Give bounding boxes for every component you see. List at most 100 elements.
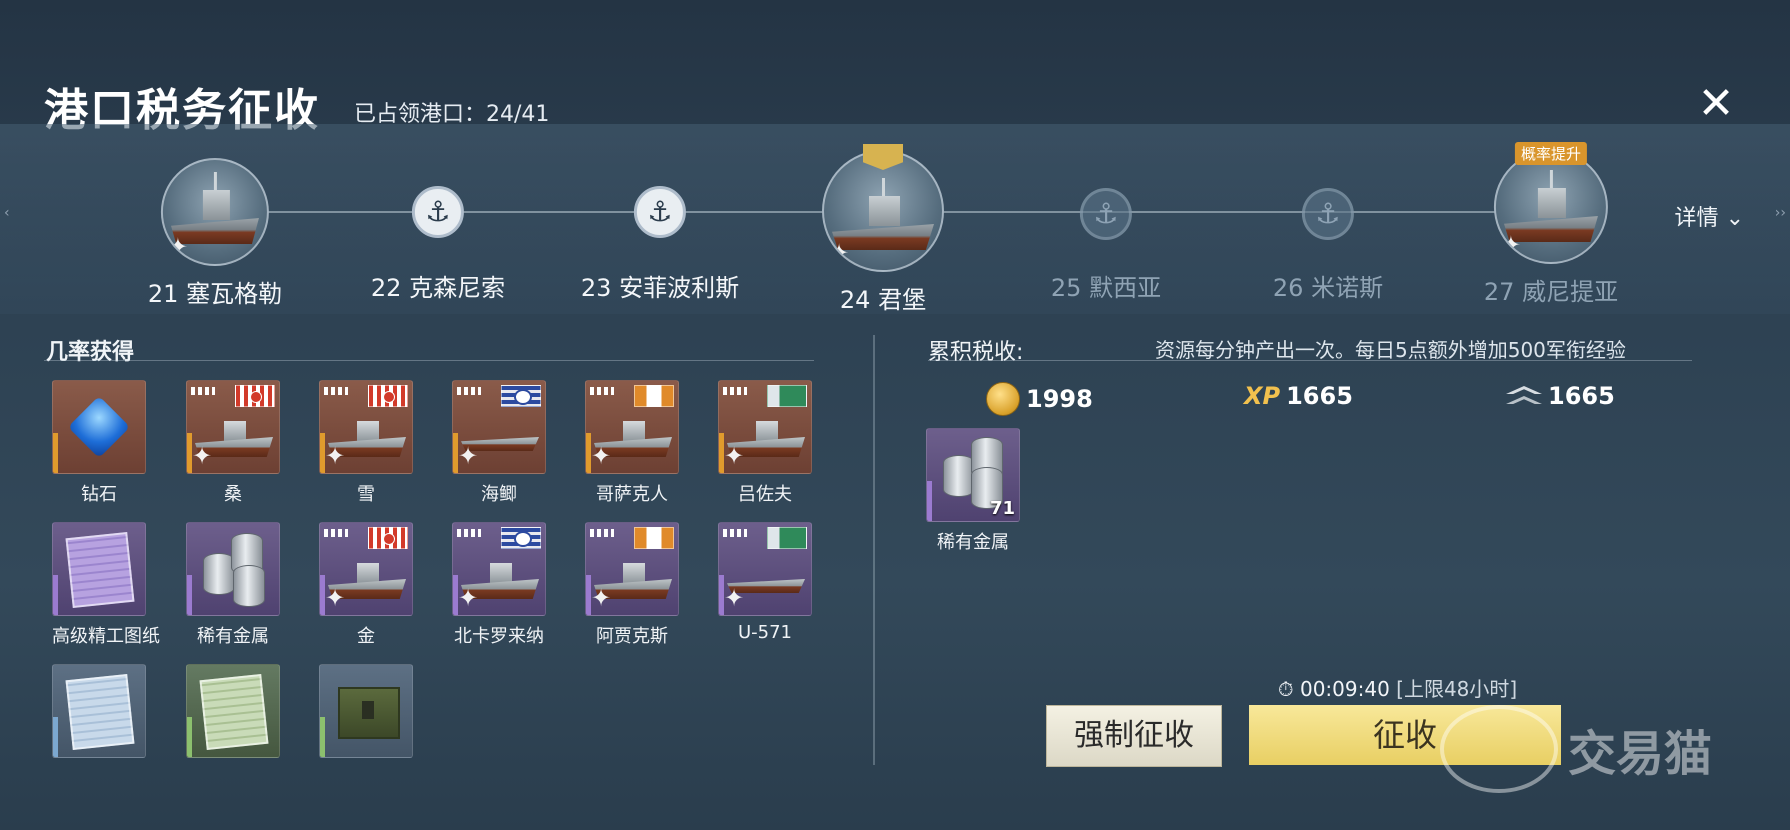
port-node-27[interactable]: 概率提升 ✦ 27 威尼提亚	[1483, 142, 1619, 307]
flag-icon	[634, 385, 674, 407]
flag-icon	[767, 385, 807, 407]
supply-crate-icon	[338, 687, 400, 739]
item-tile: ✦	[319, 380, 413, 474]
port-node-22[interactable]: ⚓ 22 克森尼索	[371, 186, 505, 303]
xp-value: 1665	[1286, 382, 1353, 410]
probability-up-tag: 概率提升	[1514, 142, 1587, 165]
item-label: 高级精工图纸	[52, 626, 160, 647]
section-divider	[928, 360, 1692, 361]
flag-icon	[501, 385, 541, 407]
timer-limit: [上限48小时]	[1396, 677, 1518, 701]
port-label: 23 安菲波利斯	[580, 274, 740, 302]
close-icon[interactable]: ✕	[1694, 82, 1738, 126]
drop-item[interactable]: ✦ 海鲫	[452, 380, 546, 506]
flag-icon	[368, 385, 408, 407]
blueprint-icon	[199, 673, 269, 751]
star-badge-icon: ✦	[590, 584, 612, 612]
item-label: 稀有金属	[197, 626, 269, 647]
port-node-25[interactable]: ⚓ 25 默西亚	[1051, 188, 1161, 303]
section-divider	[44, 360, 814, 361]
drop-item[interactable]: 稀有金属	[186, 522, 280, 648]
item-tile: ✦	[718, 380, 812, 474]
item-label: U-571	[737, 622, 793, 643]
drop-item[interactable]: ✦ 金	[319, 522, 413, 648]
star-badge-icon: ✦	[828, 239, 850, 267]
item-label: 哥萨克人	[596, 484, 668, 505]
drop-item[interactable]: ✦ 吕佐夫	[718, 380, 812, 506]
item-tile: ✦	[585, 380, 679, 474]
anchor-icon: ⚓	[411, 186, 464, 238]
star-badge-icon: ✦	[590, 442, 612, 470]
rank-exp-value: 1665	[1548, 382, 1615, 410]
port-node-26[interactable]: ⚓ 26 米诺斯	[1273, 188, 1383, 303]
item-tile: ✦	[718, 522, 812, 616]
ship-portrait: ✦	[1493, 150, 1608, 264]
rank-icon	[1506, 384, 1542, 408]
flag-icon	[368, 527, 408, 549]
force-collect-button[interactable]: 强制征收	[1046, 705, 1222, 767]
diamond-icon	[67, 395, 131, 459]
item-label: 金	[357, 626, 375, 647]
port-label: 26 米诺斯	[1272, 274, 1384, 302]
star-badge-icon: ✦	[457, 584, 479, 612]
item-label: 吕佐夫	[738, 484, 792, 505]
port-node-23[interactable]: ⚓ 23 安菲波利斯	[581, 186, 739, 303]
star-badge-icon: ✦	[723, 442, 745, 470]
item-label: 钻石	[81, 484, 117, 505]
coin-icon	[986, 382, 1020, 416]
flag-icon	[501, 527, 541, 549]
drop-item[interactable]: ✦ 北卡罗来纳	[452, 522, 546, 648]
drop-item[interactable]: ✦ 雪	[319, 380, 413, 506]
item-tile	[52, 522, 146, 616]
drop-item[interactable]	[319, 664, 413, 764]
star-badge-icon: ✦	[324, 442, 346, 470]
drop-item[interactable]: 钻石	[52, 380, 146, 506]
star-badge-icon: ✦	[1500, 231, 1522, 259]
timer-icon: ⏱	[1278, 677, 1294, 701]
port-node-24[interactable]: ✦ 24 君堡	[822, 144, 944, 315]
chevron-down-icon: ⌄	[1725, 206, 1744, 231]
accumulated-title: 累积税收:	[928, 340, 1024, 365]
item-tile: ✦	[319, 522, 413, 616]
item-tile: 71	[926, 428, 1020, 522]
item-tile	[186, 522, 280, 616]
drop-item[interactable]	[52, 664, 146, 764]
star-badge-icon: ✦	[167, 233, 189, 261]
details-button[interactable]: 详情 ⌄	[1675, 200, 1744, 232]
resource-rank-exp: 1665	[1506, 382, 1615, 410]
port-label: 25 默西亚	[1050, 274, 1162, 302]
star-badge-icon: ✦	[723, 584, 745, 612]
resource-coins: 1998	[986, 382, 1093, 416]
item-tile	[186, 664, 280, 758]
drop-item[interactable]: ✦ U-571	[718, 522, 812, 643]
resource-xp: XP 1665	[1244, 382, 1353, 410]
drop-item[interactable]: ✦ 桑	[186, 380, 280, 506]
port-label: 21 塞瓦格勒	[147, 280, 283, 308]
drop-item[interactable]: 高级精工图纸	[52, 522, 160, 648]
scroll-right-icon[interactable]: ››	[1775, 205, 1786, 221]
ship-portrait: ✦	[160, 158, 269, 266]
flag-icon	[235, 385, 275, 407]
scroll-left-icon[interactable]: ‹	[4, 205, 10, 221]
drop-item[interactable]: ✦ 哥萨克人	[585, 380, 679, 506]
item-tile: ✦	[585, 522, 679, 616]
port-label: 27 威尼提亚	[1483, 278, 1619, 306]
timer-value: 00:09:40	[1299, 677, 1390, 701]
drops-title: 几率获得	[46, 340, 135, 365]
reward-item[interactable]: 71 稀有金属	[926, 428, 1020, 554]
coin-value: 1998	[1026, 385, 1093, 413]
port-label: 24 君堡	[839, 286, 927, 314]
star-badge-icon: ✦	[191, 442, 213, 470]
collect-timer: ⏱ 00:09:40 [上限48小时]	[1278, 673, 1517, 702]
drop-item[interactable]: ✦ 阿贾克斯	[585, 522, 679, 648]
port-node-21[interactable]: ✦ 21 塞瓦格勒	[148, 158, 282, 309]
star-badge-icon: ✦	[324, 584, 346, 612]
item-label: 阿贾克斯	[596, 626, 668, 647]
anchor-icon: ⚓	[633, 186, 686, 238]
watermark-logo-icon	[1440, 705, 1558, 793]
item-tile	[319, 664, 413, 758]
drop-item[interactable]	[186, 664, 280, 764]
blueprint-icon	[65, 531, 135, 609]
item-tile: ✦	[186, 380, 280, 474]
xp-icon: XP	[1244, 382, 1281, 410]
